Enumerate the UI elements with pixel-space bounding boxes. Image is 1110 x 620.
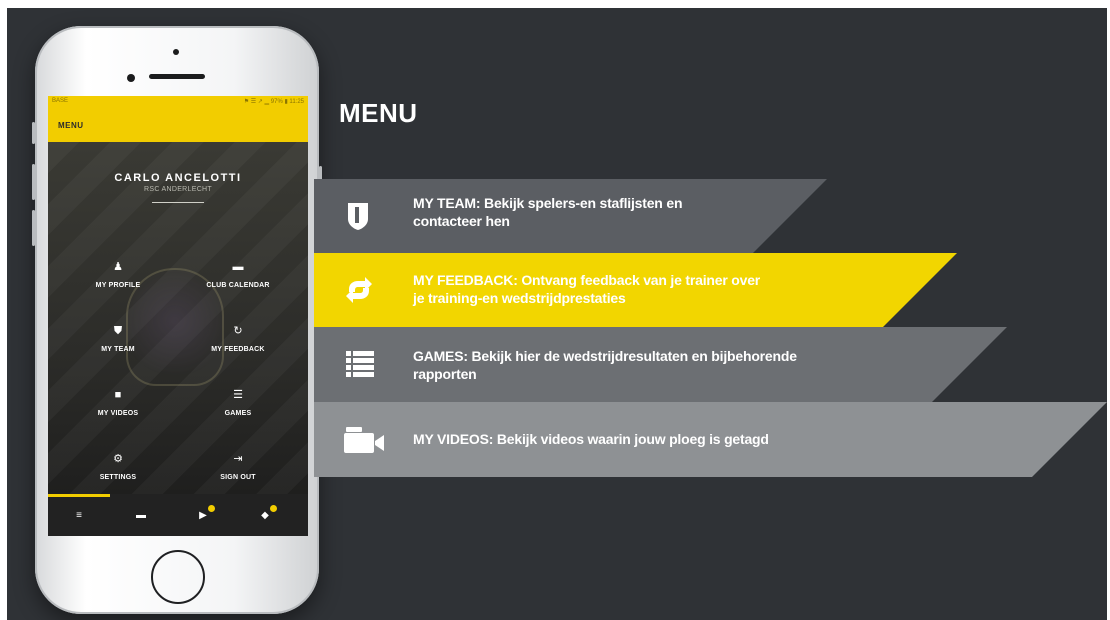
- menu-item-label: SETTINGS: [99, 474, 137, 481]
- shield-icon: [348, 203, 368, 230]
- phone-home-button: [151, 550, 205, 604]
- chat-icon: ▶: [199, 510, 207, 521]
- feature-text-line: GAMES: Bekijk hier de wedstrijdresultate…: [413, 348, 797, 364]
- status-carrier: BASE: [52, 98, 69, 104]
- phone-volume-up-button: [32, 164, 35, 200]
- menu-item-label: SIGN OUT: [220, 474, 256, 481]
- list-icon: ☰: [233, 389, 243, 401]
- gear-icon: ⚙: [113, 453, 123, 465]
- calendar-icon: ▬: [232, 261, 244, 273]
- menu-icon: ≡: [76, 510, 82, 521]
- feature-text-line: MY VIDEOS: Bekijk videos waarin jouw plo…: [413, 431, 769, 447]
- shield-icon: ⛊: [113, 325, 123, 337]
- phone-camera: [173, 49, 179, 55]
- phone-screen: BASE ⚑ ☰ ↗ ▁ 97% ▮ 11:25 MENU CARLO ANCE…: [48, 96, 308, 536]
- menu-item-my-profile[interactable]: ♟ MY PROFILE: [68, 260, 168, 289]
- person-icon: ♟: [113, 261, 123, 273]
- menu-item-label: CLUB CALENDAR: [206, 282, 270, 289]
- feature-text-line: rapporten: [413, 366, 477, 382]
- list-icon: [346, 351, 374, 377]
- menu-item-games[interactable]: ☰ GAMES: [188, 388, 288, 417]
- app-header: MENU: [48, 108, 308, 142]
- feature-description: MY FEEDBACK: Ontvang feedback van je tra…: [413, 271, 943, 307]
- menu-item-label: MY VIDEOS: [97, 410, 139, 417]
- notification-badge: [270, 505, 277, 512]
- calendar-icon: ▬: [136, 510, 146, 521]
- app-header-title: MENU: [58, 121, 84, 130]
- feature-my-feedback: MY FEEDBACK: Ontvang feedback van je tra…: [314, 253, 957, 328]
- notification-badge: [208, 505, 215, 512]
- bottom-nav-active-indicator: [48, 494, 110, 497]
- profile-club: RSC ANDERLECHT: [144, 186, 212, 193]
- feature-description: MY VIDEOS: Bekijk videos waarin jouw plo…: [413, 430, 1073, 448]
- phone-speaker: [149, 74, 205, 79]
- phone-mockup: BASE ⚑ ☰ ↗ ▁ 97% ▮ 11:25 MENU CARLO ANCE…: [32, 26, 322, 614]
- bottom-navigation: ≡ ▬ ▶ ◆: [48, 494, 308, 536]
- menu-item-sign-out[interactable]: ⇥ SIGN OUT: [188, 452, 288, 481]
- phone-front-sensor: [127, 74, 135, 82]
- menu-background: [48, 142, 308, 494]
- feature-description: GAMES: Bekijk hier de wedstrijdresultate…: [413, 347, 998, 383]
- feature-text-line: contacteer hen: [413, 213, 510, 229]
- menu-item-label: GAMES: [224, 410, 252, 417]
- menu-item-my-videos[interactable]: ■ MY VIDEOS: [68, 388, 168, 417]
- chat-group-icon: ◆: [261, 510, 269, 521]
- bottom-nav-menu[interactable]: ≡: [69, 508, 89, 524]
- bottom-nav-chat[interactable]: ▶: [193, 505, 215, 524]
- feature-text-line: MY TEAM: Bekijk spelers-en staflijsten e…: [413, 195, 683, 211]
- feature-my-videos: MY VIDEOS: Bekijk videos waarin jouw plo…: [314, 402, 1107, 477]
- feature-games: GAMES: Bekijk hier de wedstrijdresultate…: [314, 327, 1007, 402]
- feature-text-line: je training-en wedstrijdprestaties: [413, 290, 626, 306]
- refresh-icon: ↻: [233, 325, 243, 337]
- sign-out-icon: ⇥: [233, 453, 243, 465]
- status-bar: BASE ⚑ ☰ ↗ ▁ 97% ▮ 11:25: [48, 96, 308, 108]
- bottom-nav-calendar[interactable]: ▬: [131, 508, 151, 524]
- phone-volume-down-button: [32, 210, 35, 246]
- video-camera-icon: ■: [114, 389, 122, 401]
- menu-item-my-feedback[interactable]: ↻ MY FEEDBACK: [188, 324, 288, 353]
- phone-side-button: [32, 122, 35, 144]
- feature-my-team: MY TEAM: Bekijk spelers-en staflijsten e…: [314, 179, 827, 254]
- menu-item-my-team[interactable]: ⛊ MY TEAM: [68, 324, 168, 353]
- menu-item-label: MY PROFILE: [95, 282, 141, 289]
- menu-item-settings[interactable]: ⚙ SETTINGS: [68, 452, 168, 481]
- refresh-icon: [346, 277, 372, 303]
- status-indicators: ⚑ ☰ ↗ ▁ 97% ▮ 11:25: [243, 99, 304, 105]
- bottom-nav-group-chat[interactable]: ◆: [255, 505, 277, 524]
- menu-item-label: MY TEAM: [101, 346, 135, 353]
- profile-name: CARLO ANCELOTTI: [114, 172, 242, 184]
- menu-item-label: MY FEEDBACK: [211, 346, 265, 353]
- video-camera-icon: [344, 427, 384, 453]
- feature-text-line: MY FEEDBACK: Ontvang feedback van je tra…: [413, 272, 761, 288]
- feature-description: MY TEAM: Bekijk spelers-en staflijsten e…: [413, 194, 823, 230]
- section-heading: MENU: [339, 98, 418, 128]
- profile-divider: [152, 202, 204, 203]
- menu-item-club-calendar[interactable]: ▬ CLUB CALENDAR: [188, 260, 288, 289]
- slide-background: BASE ⚑ ☰ ↗ ▁ 97% ▮ 11:25 MENU CARLO ANCE…: [7, 8, 1107, 620]
